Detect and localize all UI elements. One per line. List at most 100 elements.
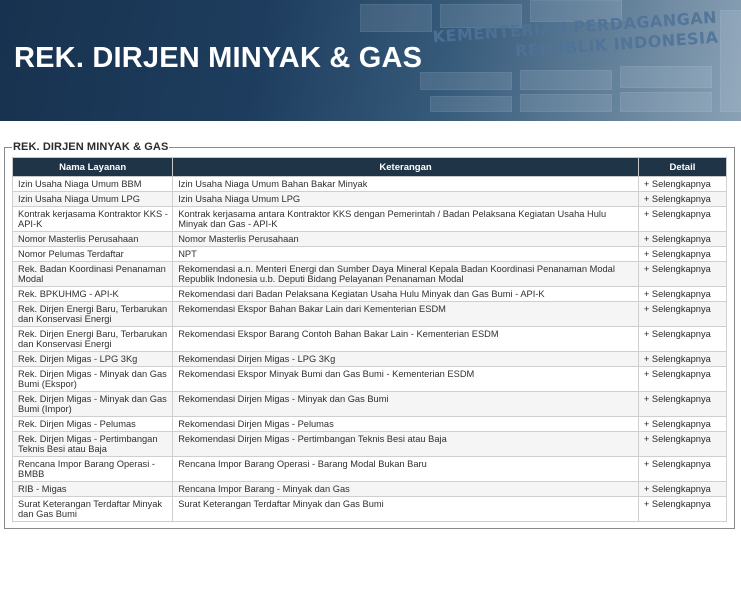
table-row: Rek. Badan Koordinasi Penanaman Modal Rek…: [11, 261, 728, 287]
selengkapnya-link[interactable]: + Selengkapnya: [644, 289, 711, 299]
services-table: Nama Layanan Keterangan Detail Izin Usah…: [11, 157, 728, 522]
detail-cell: + Selengkapnya: [637, 176, 728, 192]
page-banner: KEMENTERIAN PERDAGANGAN REPUBLIK INDONES…: [0, 0, 741, 121]
detail-cell: + Selengkapnya: [637, 366, 728, 392]
service-name-cell: Izin Usaha Niaga Umum BBM: [11, 176, 174, 192]
service-description-cell: Surat Keterangan Terdaftar Minyak dan Ga…: [172, 496, 639, 522]
service-name-cell: Rek. Dirjen Migas - Pelumas: [11, 416, 174, 432]
table-row: Rek. Dirjen Energi Baru, Terbarukan dan …: [11, 301, 728, 327]
service-description-cell: Nomor Masterlis Perusahaan: [172, 231, 639, 247]
table-row: Rencana Impor Barang Operasi - BMBB Renca…: [11, 456, 728, 482]
table-row: Izin Usaha Niaga Umum BBM Izin Usaha Niag…: [11, 176, 728, 192]
table-row: Rek. Dirjen Migas - Minyak dan Gas Bumi …: [11, 391, 728, 417]
detail-cell: + Selengkapnya: [637, 301, 728, 327]
service-description-cell: NPT: [172, 246, 639, 262]
service-name-cell: Rek. Dirjen Energi Baru, Terbarukan dan …: [11, 326, 174, 352]
selengkapnya-link[interactable]: + Selengkapnya: [644, 369, 711, 379]
table-body: Izin Usaha Niaga Umum BBM Izin Usaha Niag…: [11, 176, 728, 522]
service-name-cell: Rek. Dirjen Energi Baru, Terbarukan dan …: [11, 301, 174, 327]
service-description-cell: Rekomendasi dari Badan Pelaksana Kegiata…: [172, 286, 639, 302]
service-name-cell: Rek. Dirjen Migas - Minyak dan Gas Bumi …: [11, 366, 174, 392]
building-window: [420, 72, 512, 90]
selengkapnya-link[interactable]: + Selengkapnya: [644, 484, 711, 494]
table-row: Rek. Dirjen Migas - Pertimbangan Teknis …: [11, 431, 728, 457]
selengkapnya-link[interactable]: + Selengkapnya: [644, 194, 711, 204]
selengkapnya-link[interactable]: + Selengkapnya: [644, 209, 711, 219]
service-description-cell: Rekomendasi Dirjen Migas - Minyak dan Ga…: [172, 391, 639, 417]
selengkapnya-link[interactable]: + Selengkapnya: [644, 249, 711, 259]
building-window: [430, 96, 512, 112]
selengkapnya-link[interactable]: + Selengkapnya: [644, 329, 711, 339]
service-name-cell: RIB - Migas: [11, 481, 174, 497]
table-row: Kontrak kerjasama Kontraktor KKS - API-K…: [11, 206, 728, 232]
panel-legend: REK. DIRJEN MINYAK & GAS: [13, 141, 169, 153]
building-window: [620, 66, 712, 88]
table-row: Nomor Pelumas Terdaftar NPT + Selengkapnya: [11, 246, 728, 262]
table-row: Rek. Dirjen Migas - LPG 3Kg Rekomendasi D…: [11, 351, 728, 367]
building-window: [720, 10, 741, 112]
selengkapnya-link[interactable]: + Selengkapnya: [644, 179, 711, 189]
selengkapnya-link[interactable]: + Selengkapnya: [644, 394, 711, 404]
detail-cell: + Selengkapnya: [637, 351, 728, 367]
service-description-cell: Izin Usaha Niaga Umum Bahan Bakar Minyak: [172, 176, 639, 192]
selengkapnya-link[interactable]: + Selengkapnya: [644, 234, 711, 244]
column-header-detail: Detail: [637, 157, 728, 177]
service-name-cell: Rencana Impor Barang Operasi - BMBB: [11, 456, 174, 482]
selengkapnya-link[interactable]: + Selengkapnya: [644, 304, 711, 314]
service-description-cell: Rekomendasi Dirjen Migas - LPG 3Kg: [172, 351, 639, 367]
service-name-cell: Rek. Dirjen Migas - LPG 3Kg: [11, 351, 174, 367]
service-description-cell: Rekomendasi Dirjen Migas - Pertimbangan …: [172, 431, 639, 457]
building-window: [520, 70, 612, 90]
services-panel: REK. DIRJEN MINYAK & GAS Nama Layanan Ke…: [4, 141, 735, 529]
table-row: Rek. Dirjen Migas - Pelumas Rekomendasi D…: [11, 416, 728, 432]
detail-cell: + Selengkapnya: [637, 391, 728, 417]
service-name-cell: Surat Keterangan Terdaftar Minyak dan Ga…: [11, 496, 174, 522]
selengkapnya-link[interactable]: + Selengkapnya: [644, 499, 711, 509]
service-description-cell: Rekomendasi Ekspor Bahan Bakar Lain dari…: [172, 301, 639, 327]
column-header-name: Nama Layanan: [11, 157, 174, 177]
table-row: Rek. Dirjen Energi Baru, Terbarukan dan …: [11, 326, 728, 352]
detail-cell: + Selengkapnya: [637, 326, 728, 352]
detail-cell: + Selengkapnya: [637, 456, 728, 482]
service-name-cell: Rek. BPKUHMG - API-K: [11, 286, 174, 302]
service-description-cell: Rekomendasi a.n. Menteri Energi dan Sumb…: [172, 261, 639, 287]
detail-cell: + Selengkapnya: [637, 481, 728, 497]
detail-cell: + Selengkapnya: [637, 431, 728, 457]
selengkapnya-link[interactable]: + Selengkapnya: [644, 354, 711, 364]
detail-cell: + Selengkapnya: [637, 286, 728, 302]
page-title: REK. DIRJEN MINYAK & GAS: [14, 42, 423, 74]
detail-cell: + Selengkapnya: [637, 206, 728, 232]
table-row: Nomor Masterlis Perusahaan Nomor Masterli…: [11, 231, 728, 247]
table-row: Rek. Dirjen Migas - Minyak dan Gas Bumi …: [11, 366, 728, 392]
column-header-description: Keterangan: [172, 157, 639, 177]
detail-cell: + Selengkapnya: [637, 496, 728, 522]
building-window: [520, 94, 612, 112]
service-description-cell: Rencana Impor Barang - Minyak dan Gas: [172, 481, 639, 497]
service-description-cell: Rencana Impor Barang Operasi - Barang Mo…: [172, 456, 639, 482]
table-row: Surat Keterangan Terdaftar Minyak dan Ga…: [11, 496, 728, 522]
building-window: [620, 92, 712, 112]
selengkapnya-link[interactable]: + Selengkapnya: [644, 264, 711, 274]
detail-cell: + Selengkapnya: [637, 231, 728, 247]
service-name-cell: Nomor Masterlis Perusahaan: [11, 231, 174, 247]
service-name-cell: Nomor Pelumas Terdaftar: [11, 246, 174, 262]
service-name-cell: Rek. Badan Koordinasi Penanaman Modal: [11, 261, 174, 287]
service-description-cell: Rekomendasi Ekspor Barang Contoh Bahan B…: [172, 326, 639, 352]
service-name-cell: Izin Usaha Niaga Umum LPG: [11, 191, 174, 207]
table-row: Izin Usaha Niaga Umum LPG Izin Usaha Niag…: [11, 191, 728, 207]
selengkapnya-link[interactable]: + Selengkapnya: [644, 419, 711, 429]
detail-cell: + Selengkapnya: [637, 261, 728, 287]
service-name-cell: Kontrak kerjasama Kontraktor KKS - API-K: [11, 206, 174, 232]
service-description-cell: Izin Usaha Niaga Umum LPG: [172, 191, 639, 207]
selengkapnya-link[interactable]: + Selengkapnya: [644, 459, 711, 469]
table-header-row: Nama Layanan Keterangan Detail: [11, 157, 728, 177]
service-description-cell: Rekomendasi Ekspor Minyak Bumi dan Gas B…: [172, 366, 639, 392]
selengkapnya-link[interactable]: + Selengkapnya: [644, 434, 711, 444]
table-row: RIB - Migas Rencana Impor Barang - Minyak…: [11, 481, 728, 497]
detail-cell: + Selengkapnya: [637, 416, 728, 432]
service-name-cell: Rek. Dirjen Migas - Pertimbangan Teknis …: [11, 431, 174, 457]
service-name-cell: Rek. Dirjen Migas - Minyak dan Gas Bumi …: [11, 391, 174, 417]
table-row: Rek. BPKUHMG - API-K Rekomendasi dari Bad…: [11, 286, 728, 302]
service-description-cell: Kontrak kerjasama antara Kontraktor KKS …: [172, 206, 639, 232]
